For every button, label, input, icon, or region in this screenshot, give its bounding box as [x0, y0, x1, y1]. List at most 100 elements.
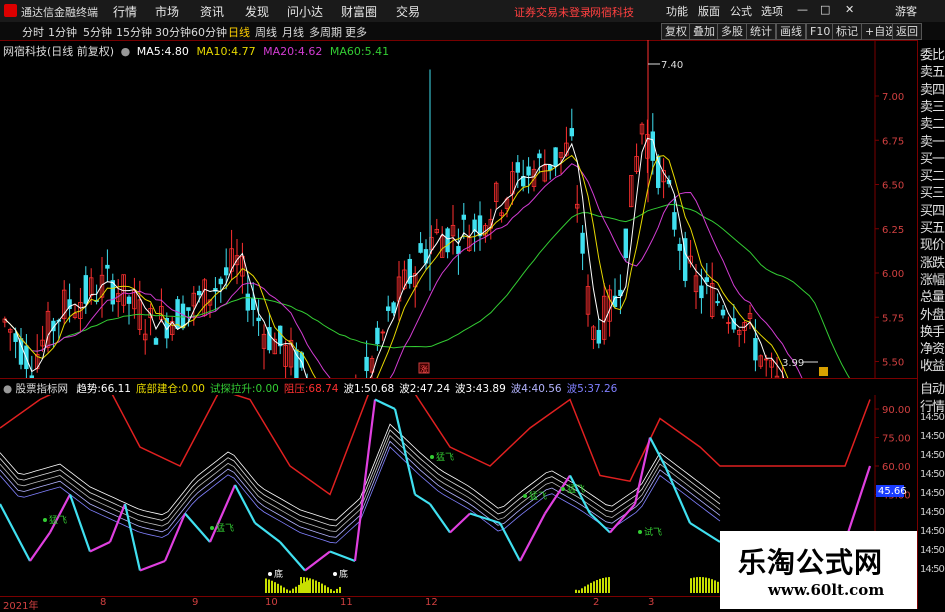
side-label-4[interactable]: 卖二 [920, 113, 945, 132]
period-intraday[interactable]: 分时 [22, 24, 44, 40]
guest-label[interactable]: 游客 [895, 3, 917, 19]
price-tick-3: 6.25 [882, 225, 904, 236]
multi-stock-button[interactable]: 多股 [717, 23, 747, 40]
minimize-button[interactable]: — [797, 3, 808, 16]
signal-1: 猛飞 [216, 522, 234, 534]
side-label-26[interactable]: 14:50 [920, 507, 945, 518]
side-label-28[interactable]: 14:50 [920, 545, 945, 556]
side-label-17[interactable]: 净资 [920, 338, 945, 357]
f10-button[interactable]: F10 [806, 23, 835, 40]
trend-segment [429, 503, 451, 534]
side-label-19[interactable]: 自动 [920, 378, 945, 397]
period-60min[interactable]: 60分钟 [191, 24, 227, 40]
period-30min[interactable]: 30分钟 [155, 24, 191, 40]
restore-button[interactable]: □ [820, 3, 830, 16]
side-label-27[interactable]: 14:50 [920, 526, 945, 537]
signal-dot [430, 455, 434, 459]
period-monthly[interactable]: 月线 [282, 24, 304, 40]
candle-body [596, 329, 601, 344]
signal-dot [523, 494, 527, 498]
menu-item-1[interactable]: 市场 [155, 3, 179, 20]
menu-formula[interactable]: 公式 [730, 3, 752, 19]
mark-button[interactable]: 标记 [832, 23, 862, 40]
indicator-settings-icon[interactable]: ● [3, 383, 12, 395]
menu-item-5[interactable]: 财富圈 [341, 3, 377, 20]
volume-bar [306, 577, 308, 593]
back-button[interactable]: 返回 [892, 23, 922, 40]
trend-segment [393, 408, 417, 495]
login-notice[interactable]: 证券交易未登录 [514, 4, 591, 20]
side-label-25[interactable]: 14:50 [920, 488, 945, 499]
side-label-22[interactable]: 14:50 [920, 431, 945, 442]
candle-body [391, 302, 396, 314]
menu-item-4[interactable]: 问小达 [287, 3, 323, 20]
side-label-9[interactable]: 买四 [920, 200, 945, 219]
period-1min[interactable]: 1分钟 [48, 24, 77, 40]
volume-bar [315, 580, 317, 593]
side-label-6[interactable]: 买一 [920, 148, 945, 167]
candle-body [277, 325, 283, 347]
indicator-name[interactable]: 股票指标网 [16, 383, 69, 395]
menu-item-6[interactable]: 交易 [396, 3, 420, 20]
trend-segment [374, 398, 396, 410]
overlay-button[interactable]: 叠加 [689, 23, 719, 40]
price-axis: 7.006.756.506.256.005.755.505.255.004.75… [875, 92, 904, 369]
signal-dot [561, 487, 565, 491]
side-label-12[interactable]: 涨跌 [920, 252, 945, 271]
menu-options[interactable]: 选项 [761, 3, 783, 19]
menu-item-3[interactable]: 发现 [245, 3, 269, 20]
side-label-16[interactable]: 换手 [920, 321, 945, 340]
menu-function[interactable]: 功能 [666, 3, 688, 19]
period-weekly[interactable]: 周线 [255, 24, 277, 40]
side-label-1[interactable]: 卖五 [920, 61, 945, 80]
period-multi[interactable]: 多周期 [309, 24, 342, 40]
candle-body [385, 306, 391, 311]
side-label-3[interactable]: 卖三 [920, 96, 945, 115]
side-label-14[interactable]: 总量 [920, 286, 945, 305]
period-daily[interactable]: 日线 [228, 24, 250, 40]
period-15min[interactable]: 15分钟 [116, 24, 152, 40]
volume-bar [286, 589, 288, 593]
candle-body [375, 327, 380, 345]
trend-segment [449, 512, 471, 534]
side-label-11[interactable]: 现价 [920, 234, 945, 253]
candlestick-chart[interactable]: 7.006.756.506.256.005.755.505.255.004.75… [0, 40, 917, 378]
candle-body [196, 290, 202, 296]
side-label-15[interactable]: 外盘 [920, 304, 945, 323]
draw-button[interactable]: 画线 [776, 23, 806, 40]
side-label-24[interactable]: 14:50 [920, 469, 945, 480]
volume-bar [303, 577, 305, 593]
side-label-7[interactable]: 买二 [920, 165, 945, 184]
adjust-button[interactable]: 复权 [661, 23, 691, 40]
candle-body [580, 232, 585, 254]
close-button[interactable]: ✕ [845, 3, 854, 16]
menu-item-2[interactable]: 资讯 [200, 3, 224, 20]
x-label-7: 3 [648, 597, 655, 608]
volume-bar [324, 585, 326, 593]
side-label-13[interactable]: 涨幅 [920, 269, 945, 288]
side-label-23[interactable]: 14:50 [920, 450, 945, 461]
side-label-5[interactable]: 卖一 [920, 131, 945, 150]
side-label-10[interactable]: 买五 [920, 217, 945, 236]
volume-bar [699, 577, 701, 593]
side-label-2[interactable]: 卖四 [920, 79, 945, 98]
stats-button[interactable]: 统计 [746, 23, 776, 40]
side-label-29[interactable]: 14:50 [920, 564, 945, 575]
trend-segment [163, 513, 187, 562]
side-label-21[interactable]: 14:50 [920, 412, 945, 423]
volume-bar [690, 578, 692, 593]
current-value: 45.66 [878, 486, 907, 497]
indicator-item-5: 波2:47.24 [399, 383, 451, 395]
period-more[interactable]: 更多 [345, 24, 367, 40]
quote-side-panel[interactable]: 委比 卖五 卖四 卖三 卖二 卖一 买一 买二 买三 买四 买五 现价 涨跌 涨幅 总量 外盘 换手 净资 收益自动… [917, 40, 945, 609]
signal-dot [638, 530, 642, 534]
candle-body [223, 267, 229, 276]
period-5min[interactable]: 5分钟 [83, 24, 112, 40]
menu-item-0[interactable]: 行情 [113, 3, 137, 20]
side-label-0[interactable]: 委比 [920, 44, 945, 63]
side-label-18[interactable]: 收益 [920, 355, 945, 374]
volume-bars [265, 577, 719, 593]
menu-layout[interactable]: 版面 [698, 3, 720, 19]
side-label-8[interactable]: 买三 [920, 182, 945, 201]
indicator-tick-1: 75.00 [882, 434, 911, 445]
